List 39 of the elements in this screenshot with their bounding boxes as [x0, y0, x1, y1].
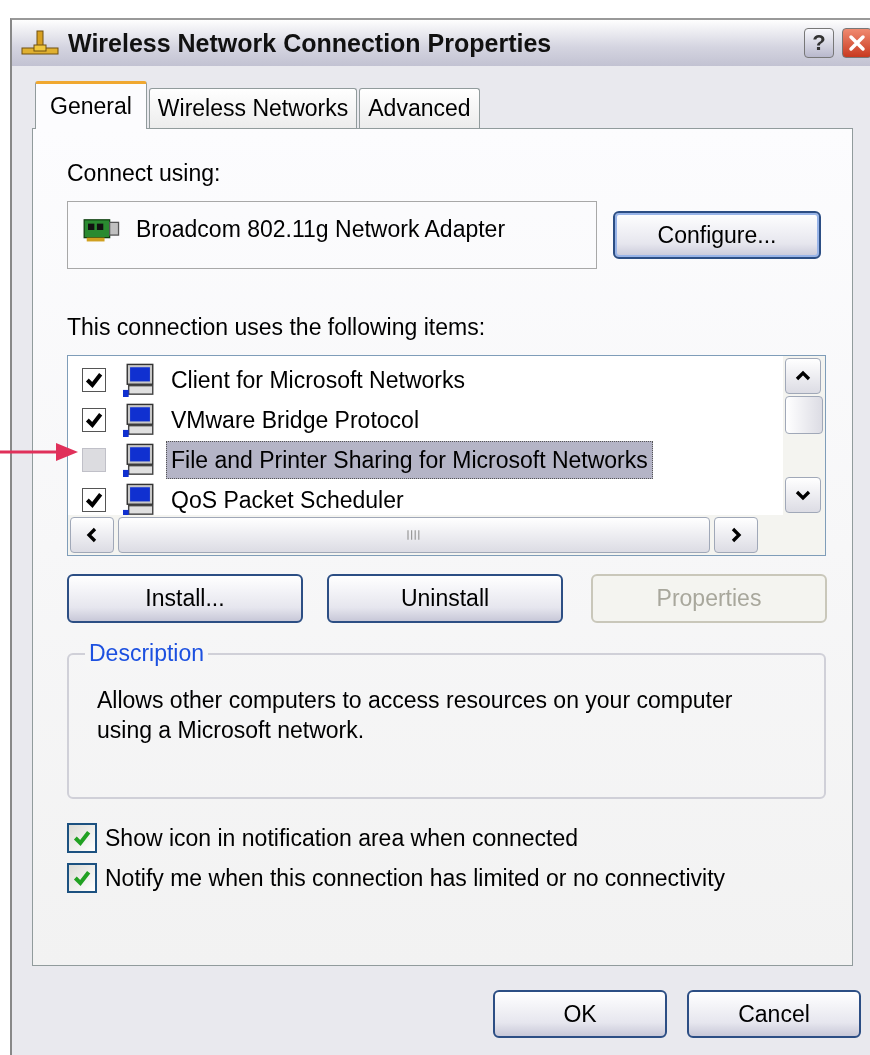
- check-icon: [72, 868, 92, 888]
- adapter-name: Broadcom 802.11g Network Adapter: [136, 216, 506, 243]
- network-icon: [20, 28, 60, 58]
- window-title: Wireless Network Connection Properties: [68, 28, 553, 58]
- description-text: Allows other computers to access resources on your computer using a Microsoft network.: [97, 686, 734, 745]
- dialog-button[interactable]: Cancel: [687, 990, 861, 1038]
- checkbox[interactable]: [82, 448, 106, 472]
- configure-button[interactable]: Configure...: [613, 211, 821, 259]
- list-item[interactable]: QoS Packet Scheduler: [166, 481, 409, 515]
- check-icon: [84, 490, 104, 510]
- checkbox[interactable]: [82, 368, 106, 392]
- checkbox[interactable]: [67, 823, 97, 853]
- tab[interactable]: Wireless Networks: [148, 88, 358, 128]
- checkbox[interactable]: [67, 863, 97, 893]
- list-item[interactable]: Client for Microsoft Networks: [166, 361, 470, 399]
- option-label: Show icon in notification area when connected: [105, 824, 579, 852]
- dialog-button[interactable]: OK: [493, 990, 667, 1038]
- horizontal-scrollbar[interactable]: [68, 515, 825, 555]
- help-button[interactable]: ?: [804, 28, 834, 58]
- list-item[interactable]: File and Printer Sharing for Microsoft Networks: [166, 441, 653, 479]
- network-card-icon: [82, 216, 122, 244]
- tab[interactable]: Advanced: [359, 88, 480, 128]
- list-item[interactable]: VMware Bridge Protocol: [166, 401, 424, 439]
- check-icon: [72, 828, 92, 848]
- arrow-icon: [0, 440, 80, 464]
- close-button[interactable]: [842, 28, 870, 58]
- items-label: This connection uses the following items:: [67, 313, 487, 341]
- check-icon: [84, 370, 104, 390]
- option-label: Notify me when this connection has limited or no connectivity: [105, 864, 726, 892]
- action-button[interactable]: Install...: [67, 574, 303, 623]
- vertical-scrollbar[interactable]: [783, 356, 825, 515]
- tab[interactable]: General: [35, 81, 147, 129]
- check-icon: [84, 410, 104, 430]
- checkbox[interactable]: [82, 488, 106, 512]
- checkbox[interactable]: [82, 408, 106, 432]
- close-icon: [847, 33, 867, 53]
- action-button[interactable]: Uninstall: [327, 574, 563, 623]
- scroll-thumb[interactable]: [785, 396, 823, 434]
- connect-using-label: Connect using:: [67, 159, 222, 187]
